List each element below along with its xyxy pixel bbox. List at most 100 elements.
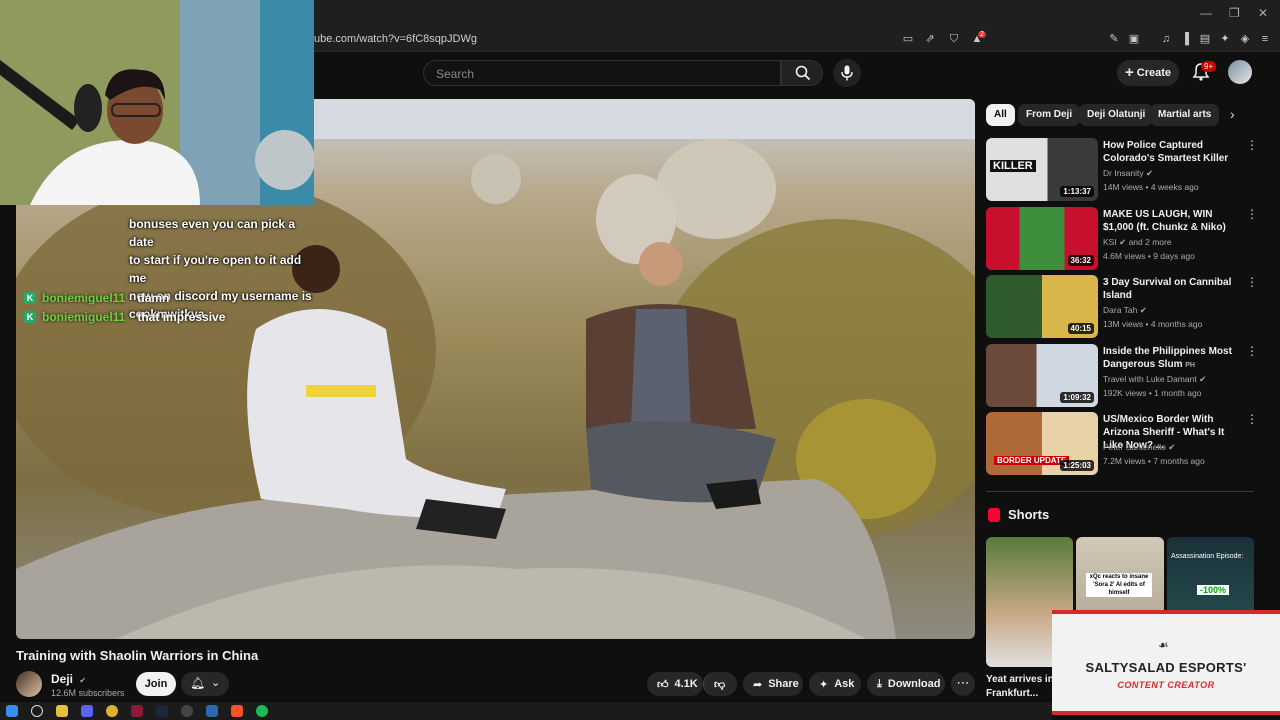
chat-message: K boniemiguel11 that impressive — [24, 310, 225, 324]
channel-name-text: Deji — [51, 672, 74, 686]
recommended-video[interactable]: 36:32 MAKE US LAUGH, WIN $1,000 (ft. Chu… — [986, 207, 1258, 271]
sidebar-icon[interactable]: ▐ — [1178, 32, 1192, 46]
chat-message: K boniemiguel11 damn — [24, 291, 169, 305]
team-name: SALTYSALAD ESPORTS' — [1085, 660, 1247, 675]
chip-from-deji[interactable]: From Deji — [1018, 104, 1081, 126]
menu-icon[interactable]: ≡ — [1258, 32, 1272, 46]
join-button[interactable]: Join — [136, 672, 176, 696]
account-avatar[interactable] — [1228, 60, 1252, 84]
recommended-video[interactable]: 1:09:32 Inside the Philippines Most Dang… — [986, 344, 1258, 408]
close-icon[interactable]: ✕ — [1258, 6, 1268, 20]
taskbar-search-icon[interactable] — [31, 705, 43, 717]
video-duration: 36:32 — [1067, 255, 1094, 266]
brave-icon[interactable] — [231, 705, 243, 717]
chrome-icon[interactable] — [106, 705, 118, 717]
chat-username: boniemiguel11 — [42, 291, 126, 305]
channel-name[interactable]: Travel with Luke Damant ✔ — [1103, 374, 1206, 385]
recommended-video[interactable]: BORDER UPDATE 1:25:03 US/Mexico Border W… — [986, 412, 1258, 476]
url-text[interactable]: ube.com/watch?v=6fC8sqpJDWg — [314, 33, 477, 45]
more-actions-button[interactable]: ⋯ — [951, 672, 975, 696]
channel-name[interactable]: KSI ✔ and 2 more — [1103, 237, 1172, 248]
video-thumbnail[interactable]: 40:15 — [986, 275, 1098, 338]
recommended-video[interactable]: KILLER 1:13:37 How Police Captured Color… — [986, 138, 1258, 202]
video-thumbnail[interactable]: KILLER 1:13:37 — [986, 138, 1098, 201]
verified-icon: ✔ — [1168, 442, 1176, 452]
channel-name[interactable]: Dr Insanity ✔ — [1103, 168, 1153, 179]
steam-icon[interactable] — [156, 705, 168, 717]
subscription-notifications-button[interactable]: 🔔︎ ⌄ — [181, 672, 229, 696]
download-label: Download — [887, 678, 941, 690]
obs-icon[interactable] — [181, 705, 193, 717]
wallet-icon[interactable]: ▣ — [1127, 32, 1141, 46]
thumbs-up-icon: 👍︎ — [657, 678, 669, 691]
video-title[interactable]: How Police Captured Colorado's Smartest … — [1103, 139, 1241, 165]
channel-name[interactable]: Dara Tah ✔ — [1103, 305, 1147, 316]
steam-icon[interactable] — [206, 705, 218, 717]
video-duration: 1:13:37 — [1060, 186, 1094, 197]
search-button[interactable] — [781, 60, 823, 86]
search-input[interactable]: Search — [423, 60, 781, 86]
thumbnail-text: KILLER — [990, 160, 1036, 172]
more-vertical-icon[interactable]: ⋮ — [1246, 275, 1258, 289]
thumbs-down-icon: 👎︎ — [714, 678, 726, 691]
creator-role: CONTENT CREATOR — [1117, 680, 1215, 690]
more-vertical-icon[interactable]: ⋮ — [1246, 138, 1258, 152]
vpn-icon[interactable]: ◈ — [1238, 32, 1252, 46]
share-label: Share — [768, 678, 799, 690]
video-title-text: Inside the Philippines Most Dangerous Sl… — [1103, 346, 1232, 370]
restore-icon[interactable]: ❐ — [1229, 6, 1240, 20]
chip-all[interactable]: All — [986, 104, 1015, 126]
ask-button[interactable]: ✦ Ask — [809, 672, 861, 696]
video-thumbnail[interactable]: BORDER UPDATE 1:25:03 — [986, 412, 1098, 475]
video-title[interactable]: 3 Day Survival on Cannibal Island — [1103, 276, 1241, 302]
channel-text: Travel with Luke Damant — [1103, 374, 1197, 384]
more-vertical-icon[interactable]: ⋮ — [1246, 344, 1258, 358]
create-button[interactable]: + Create — [1117, 60, 1179, 86]
windows-start-icon[interactable] — [6, 705, 18, 717]
video-thumbnail[interactable]: 36:32 — [986, 207, 1098, 270]
channel-text: Dr Insanity — [1103, 168, 1144, 178]
brave-shield-icon[interactable]: ⛉ — [947, 32, 961, 46]
download-button[interactable]: ⤓ Download — [867, 672, 945, 696]
leo-ai-icon[interactable]: ✦ — [1218, 32, 1232, 46]
short-tag: -100% — [1197, 585, 1230, 595]
minimize-icon[interactable]: — — [1200, 6, 1212, 20]
video-title: Training with Shaolin Warriors in China — [16, 648, 259, 663]
cast-icon[interactable]: ▭ — [901, 32, 915, 46]
more-vertical-icon[interactable]: ⋮ — [1246, 412, 1258, 426]
chip-martial-arts[interactable]: Martial arts — [1150, 104, 1220, 126]
subscriber-count: 12.6M subscribers — [51, 688, 125, 698]
channel-avatar[interactable] — [16, 671, 42, 697]
more-vertical-icon[interactable]: ⋮ — [1246, 207, 1258, 221]
video-title[interactable]: MAKE US LAUGH, WIN $1,000 (ft. Chunkz & … — [1103, 208, 1241, 234]
chat-text: damn — [137, 291, 170, 305]
video-thumbnail[interactable]: 1:09:32 — [986, 344, 1098, 407]
chip-deji-olatunji[interactable]: Deji Olatunji — [1079, 104, 1154, 126]
tab-icon[interactable]: ▤ — [1198, 32, 1212, 46]
recommended-video[interactable]: 40:15 3 Day Survival on Cannibal Island … — [986, 275, 1258, 339]
app-icon[interactable] — [131, 705, 143, 717]
like-button[interactable]: 👍︎ 4.1K — [647, 672, 703, 696]
chevron-right-icon[interactable]: › — [1230, 106, 1235, 122]
channel-name[interactable]: Deji ✔ — [51, 672, 86, 686]
discord-icon[interactable] — [81, 705, 93, 717]
file-explorer-icon[interactable] — [56, 705, 68, 717]
webcam-image — [0, 0, 314, 205]
channel-extra: and 2 more — [1128, 237, 1172, 247]
verified-icon: ✔ — [1139, 305, 1147, 315]
extensions-icon[interactable]: ✎ — [1107, 32, 1121, 46]
share-button[interactable]: ➦ Share — [743, 672, 803, 696]
spotify-icon[interactable] — [256, 705, 268, 717]
dislike-button[interactable]: 👎︎ — [703, 672, 737, 696]
chat-line: to start if you're open to it add me — [129, 253, 302, 285]
shorts-heading-text: Shorts — [1008, 507, 1050, 522]
music-icon[interactable]: ♫ — [1159, 32, 1173, 46]
voice-search-button[interactable] — [833, 59, 861, 87]
video-title[interactable]: Inside the Philippines Most Dangerous Sl… — [1103, 345, 1241, 372]
chat-line: bonuses even you can pick a date — [129, 217, 296, 249]
share-page-icon[interactable]: ⇗ — [923, 32, 937, 46]
plus-icon: + — [1124, 64, 1134, 81]
channel-name[interactable]: Peter Santenello ✔ — [1103, 442, 1175, 453]
kick-badge-icon: K — [24, 292, 36, 304]
chat-text: that impressive — [137, 310, 226, 324]
